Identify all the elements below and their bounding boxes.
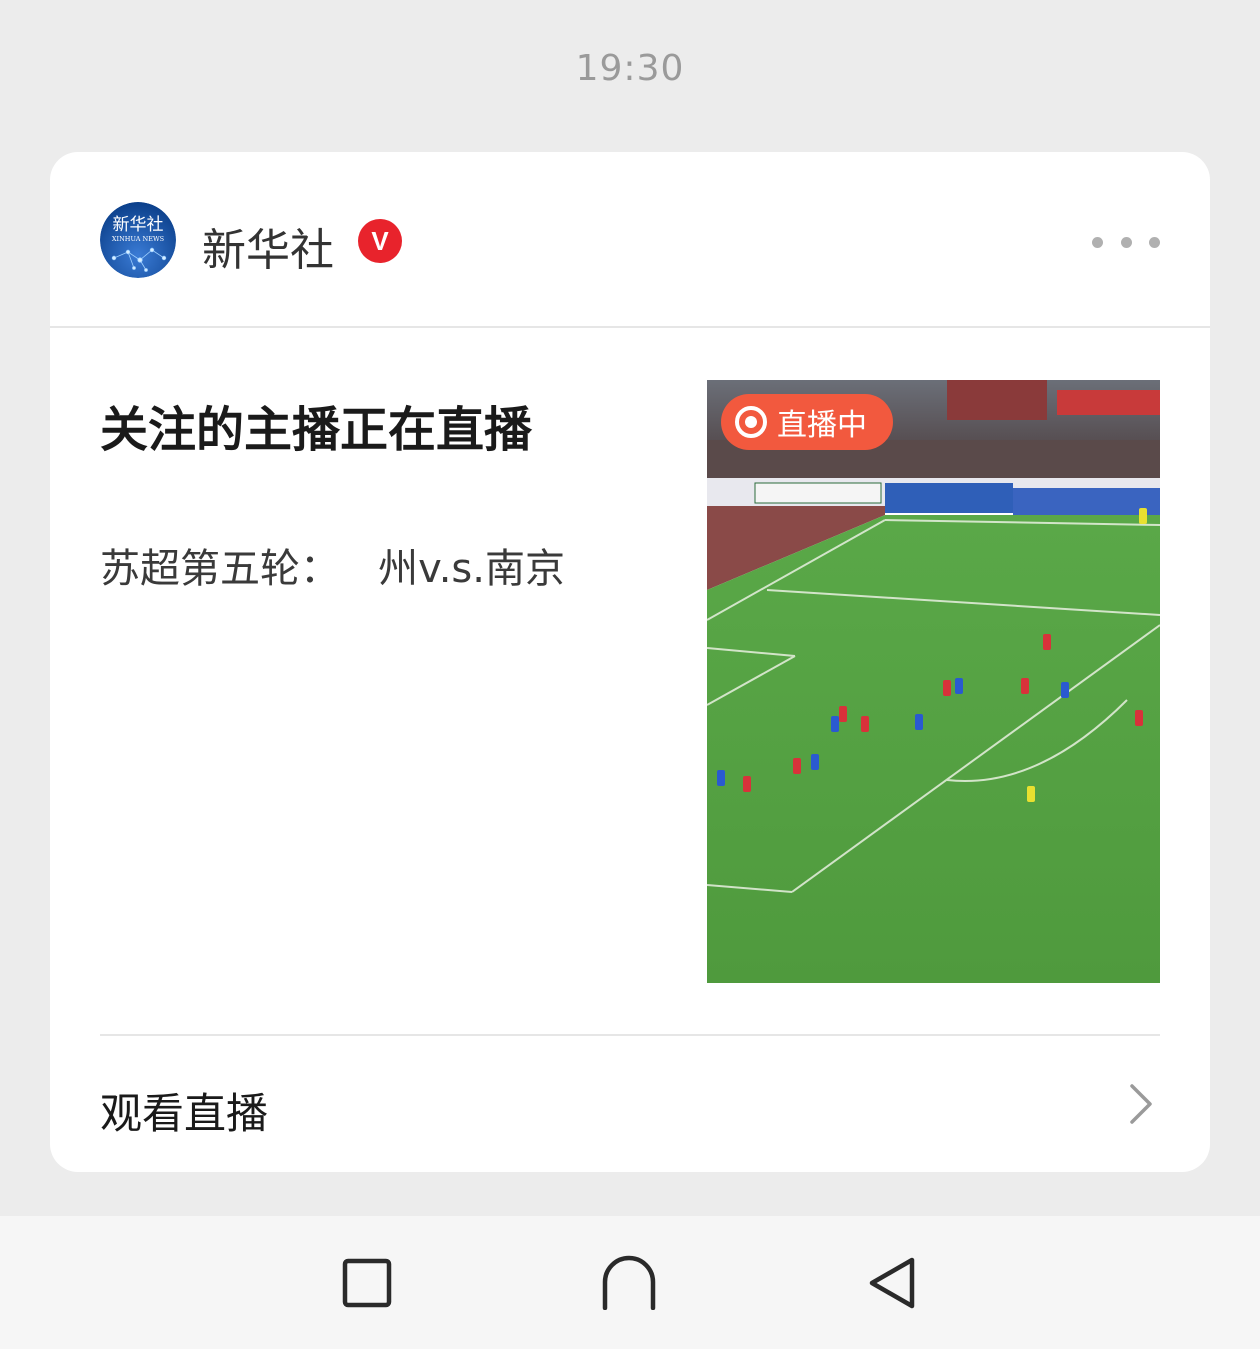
xinhua-logo: 新华社 XINHUA NEWS: [100, 202, 176, 278]
watch-live-button[interactable]: 观看直播: [50, 1036, 1210, 1172]
recent-apps-icon[interactable]: [342, 1258, 392, 1308]
watch-live-label: 观看直播: [100, 1089, 269, 1138]
avatar-logo-subtext: XINHUA NEWS: [112, 235, 164, 243]
match-title: 苏超第五轮： 州v.s.南京: [100, 546, 565, 592]
avatar-logo-text: 新华社: [113, 215, 164, 235]
live-badge-label: 直播中: [777, 408, 867, 443]
notification-title: 关注的主播正在直播: [100, 402, 533, 458]
account-name[interactable]: 新华社: [202, 214, 334, 278]
status-time: 19:30: [575, 48, 685, 89]
chevron-right-icon: [1130, 1084, 1152, 1124]
home-icon[interactable]: [600, 1254, 658, 1310]
verified-badge-icon: V: [358, 219, 402, 263]
account-avatar[interactable]: 新华社 XINHUA NEWS: [100, 202, 176, 278]
system-navigation-bar: [0, 1216, 1260, 1349]
live-thumbnail[interactable]: 直播中: [707, 380, 1160, 983]
live-badge: 直播中: [721, 394, 893, 450]
card-header: 新华社 XINHUA NEWS 新华社 V: [50, 152, 1210, 328]
live-record-icon: [735, 406, 767, 438]
live-notification-card[interactable]: 新华社 XINHUA NEWS 新华社 V 关注的主播正在直播 苏超第五轮： 州…: [50, 152, 1210, 1172]
back-icon[interactable]: [866, 1256, 918, 1310]
football-match-thumbnail: [707, 380, 1160, 983]
more-options-icon[interactable]: [1086, 224, 1166, 260]
